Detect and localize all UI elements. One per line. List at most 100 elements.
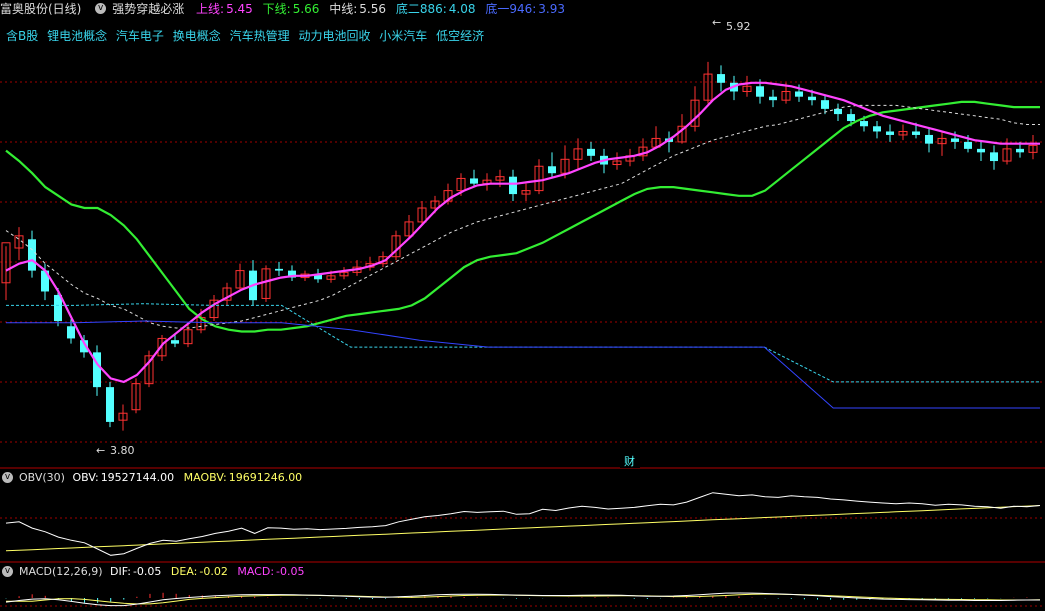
maobv-label: MAOBV: (183, 471, 227, 484)
candle-body (834, 108, 842, 115)
candle (118, 404, 128, 431)
candle (587, 141, 595, 162)
candle-body (1016, 148, 1024, 153)
candle-body (470, 178, 478, 184)
candle (93, 345, 101, 396)
candle (534, 159, 544, 195)
candle (28, 230, 36, 278)
candle-body (964, 141, 972, 149)
chart-canvas[interactable]: ← 5.92 ← 3.80 财 (0, 0, 1045, 611)
candle-body (847, 114, 855, 122)
candle (339, 267, 349, 280)
candle (275, 261, 283, 276)
lower-line (5, 100, 1040, 333)
candle (1, 242, 11, 301)
macd-menu-icon[interactable]: v (2, 565, 13, 577)
candle (222, 282, 232, 306)
candle-body (67, 326, 75, 339)
low-price-arrow: ← (96, 444, 105, 457)
macd-header: v MACD(12,26,9) DIF: -0.05 DEA: -0.02 MACD:… (0, 563, 311, 581)
candle (482, 173, 492, 191)
candle (703, 61, 713, 104)
candle (288, 265, 296, 282)
candle-body (587, 148, 595, 156)
candle-body (977, 148, 985, 153)
candle (235, 263, 245, 292)
candle-body (808, 96, 816, 101)
candle-body (821, 100, 829, 109)
candle (391, 230, 401, 261)
candle (106, 381, 114, 428)
obv-menu-icon[interactable]: v (2, 471, 13, 483)
obv-value: 19527144.00 (100, 471, 175, 484)
candle (1002, 138, 1012, 165)
dea-value: -0.02 (199, 565, 228, 578)
candle (612, 152, 622, 170)
maobv-value: 19691246.00 (228, 471, 303, 484)
candle-body (769, 96, 777, 101)
high-price-value: 5.92 (726, 20, 751, 33)
dif-line (5, 592, 1040, 607)
candle (690, 86, 700, 132)
candle-body (990, 152, 998, 162)
candle-body (886, 131, 894, 135)
candle-body (275, 268, 283, 271)
candle (14, 227, 24, 261)
candle-body (28, 239, 36, 271)
candle (990, 145, 998, 170)
bottom2-line (6, 303, 1040, 383)
candle-body (756, 86, 764, 97)
dif-value: -0.05 (132, 565, 162, 578)
obv-line (5, 492, 1041, 556)
middle-line (5, 104, 1040, 329)
candle (937, 131, 947, 156)
candle (509, 169, 517, 202)
candle (548, 152, 556, 179)
candle-body (171, 340, 179, 344)
dif-label: DIF: (110, 565, 131, 578)
candlestick-series (1, 61, 1038, 431)
candle-body (912, 131, 920, 135)
candle-body (54, 294, 62, 322)
candle (521, 183, 531, 202)
candle-body (860, 121, 868, 127)
candle-body (509, 176, 517, 195)
finance-marker[interactable]: 财 (624, 454, 635, 468)
dea-label: DEA: (170, 565, 198, 578)
upper-line (5, 81, 1040, 384)
candle-body (795, 91, 803, 97)
bottom1-line (6, 320, 1040, 409)
obv-label: OBV: (72, 471, 99, 484)
macd-title[interactable]: MACD(12,26,9) (19, 565, 103, 578)
macd-value: -0.05 (276, 565, 305, 578)
indicator-lines (5, 81, 1040, 409)
candle (769, 89, 777, 108)
candle (977, 141, 985, 162)
low-price-value: 3.80 (110, 444, 135, 457)
candle (1028, 134, 1038, 160)
candle (925, 128, 933, 153)
candle-body (717, 74, 725, 83)
candle (873, 121, 881, 139)
candle-body (106, 387, 114, 422)
maobv-line (5, 505, 1041, 552)
macd-panel (5, 592, 1041, 607)
candle-body (548, 166, 556, 174)
candle (249, 260, 257, 306)
grid (0, 81, 1045, 607)
obv-panel (5, 492, 1041, 556)
candle-body (951, 138, 959, 142)
candle (821, 94, 829, 115)
candle-body (873, 126, 881, 132)
candle (209, 294, 219, 322)
candle (261, 265, 271, 302)
obv-title[interactable]: OBV(30) (19, 471, 65, 484)
candle (573, 138, 583, 170)
candle (886, 124, 894, 142)
candle (54, 288, 62, 327)
candle (717, 65, 725, 92)
candle (742, 75, 752, 97)
candle (365, 256, 375, 271)
candle (834, 103, 842, 122)
macd-label: MACD: (237, 565, 275, 578)
